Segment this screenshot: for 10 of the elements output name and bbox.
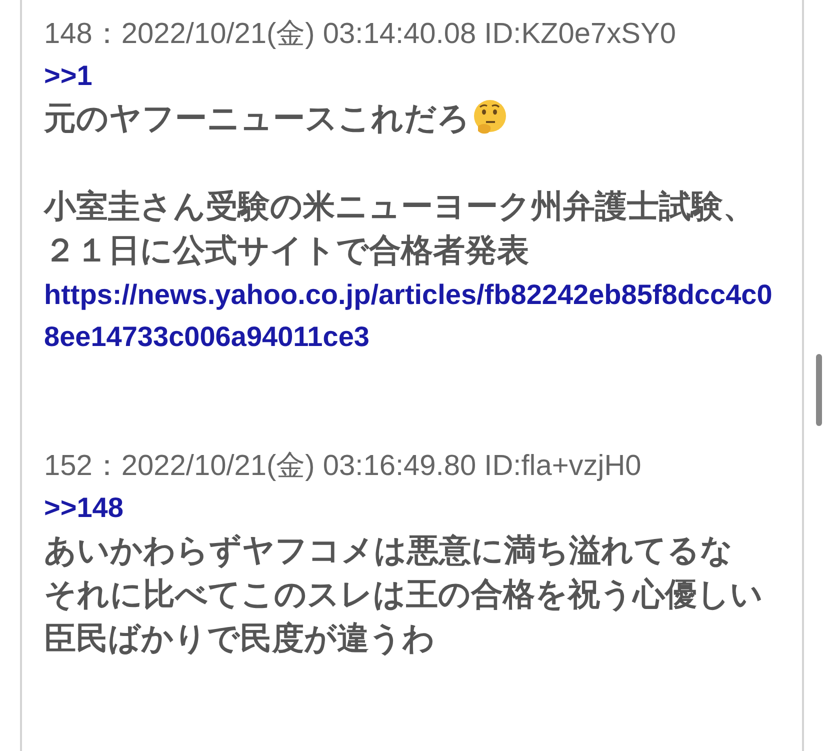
post-header: 148：2022/10/21(金) 03:14:40.08 ID:KZ0e7xSY0 — [44, 17, 677, 52]
post-header: 152：2022/10/21(金) 03:16:49.80 ID:fla+vzjH0 — [44, 449, 642, 484]
scrollbar-thumb[interactable] — [816, 354, 822, 426]
post-text: 小室圭さん受験の米ニューヨーク州弁護士試験、２１日に公式サイトで合格者発表 — [44, 187, 755, 269]
reply-link[interactable]: >>148 — [44, 488, 124, 528]
reply-link[interactable]: >>1 — [44, 56, 92, 96]
post-text: 元のヤフーニュースこれだろ — [44, 99, 470, 137]
article-link[interactable]: https://news.yahoo.co.jp/articles/fb82242eb85f8dcc4c08ee14733c006a94011ce3 — [44, 274, 786, 358]
post-text: それに比べてこのスレは王の合格を祝う心優しい臣民ばかりで民度が違うわ — [44, 575, 763, 657]
post-text: あいかわらずヤフコメは悪意に満ち溢れてるな — [44, 531, 733, 569]
